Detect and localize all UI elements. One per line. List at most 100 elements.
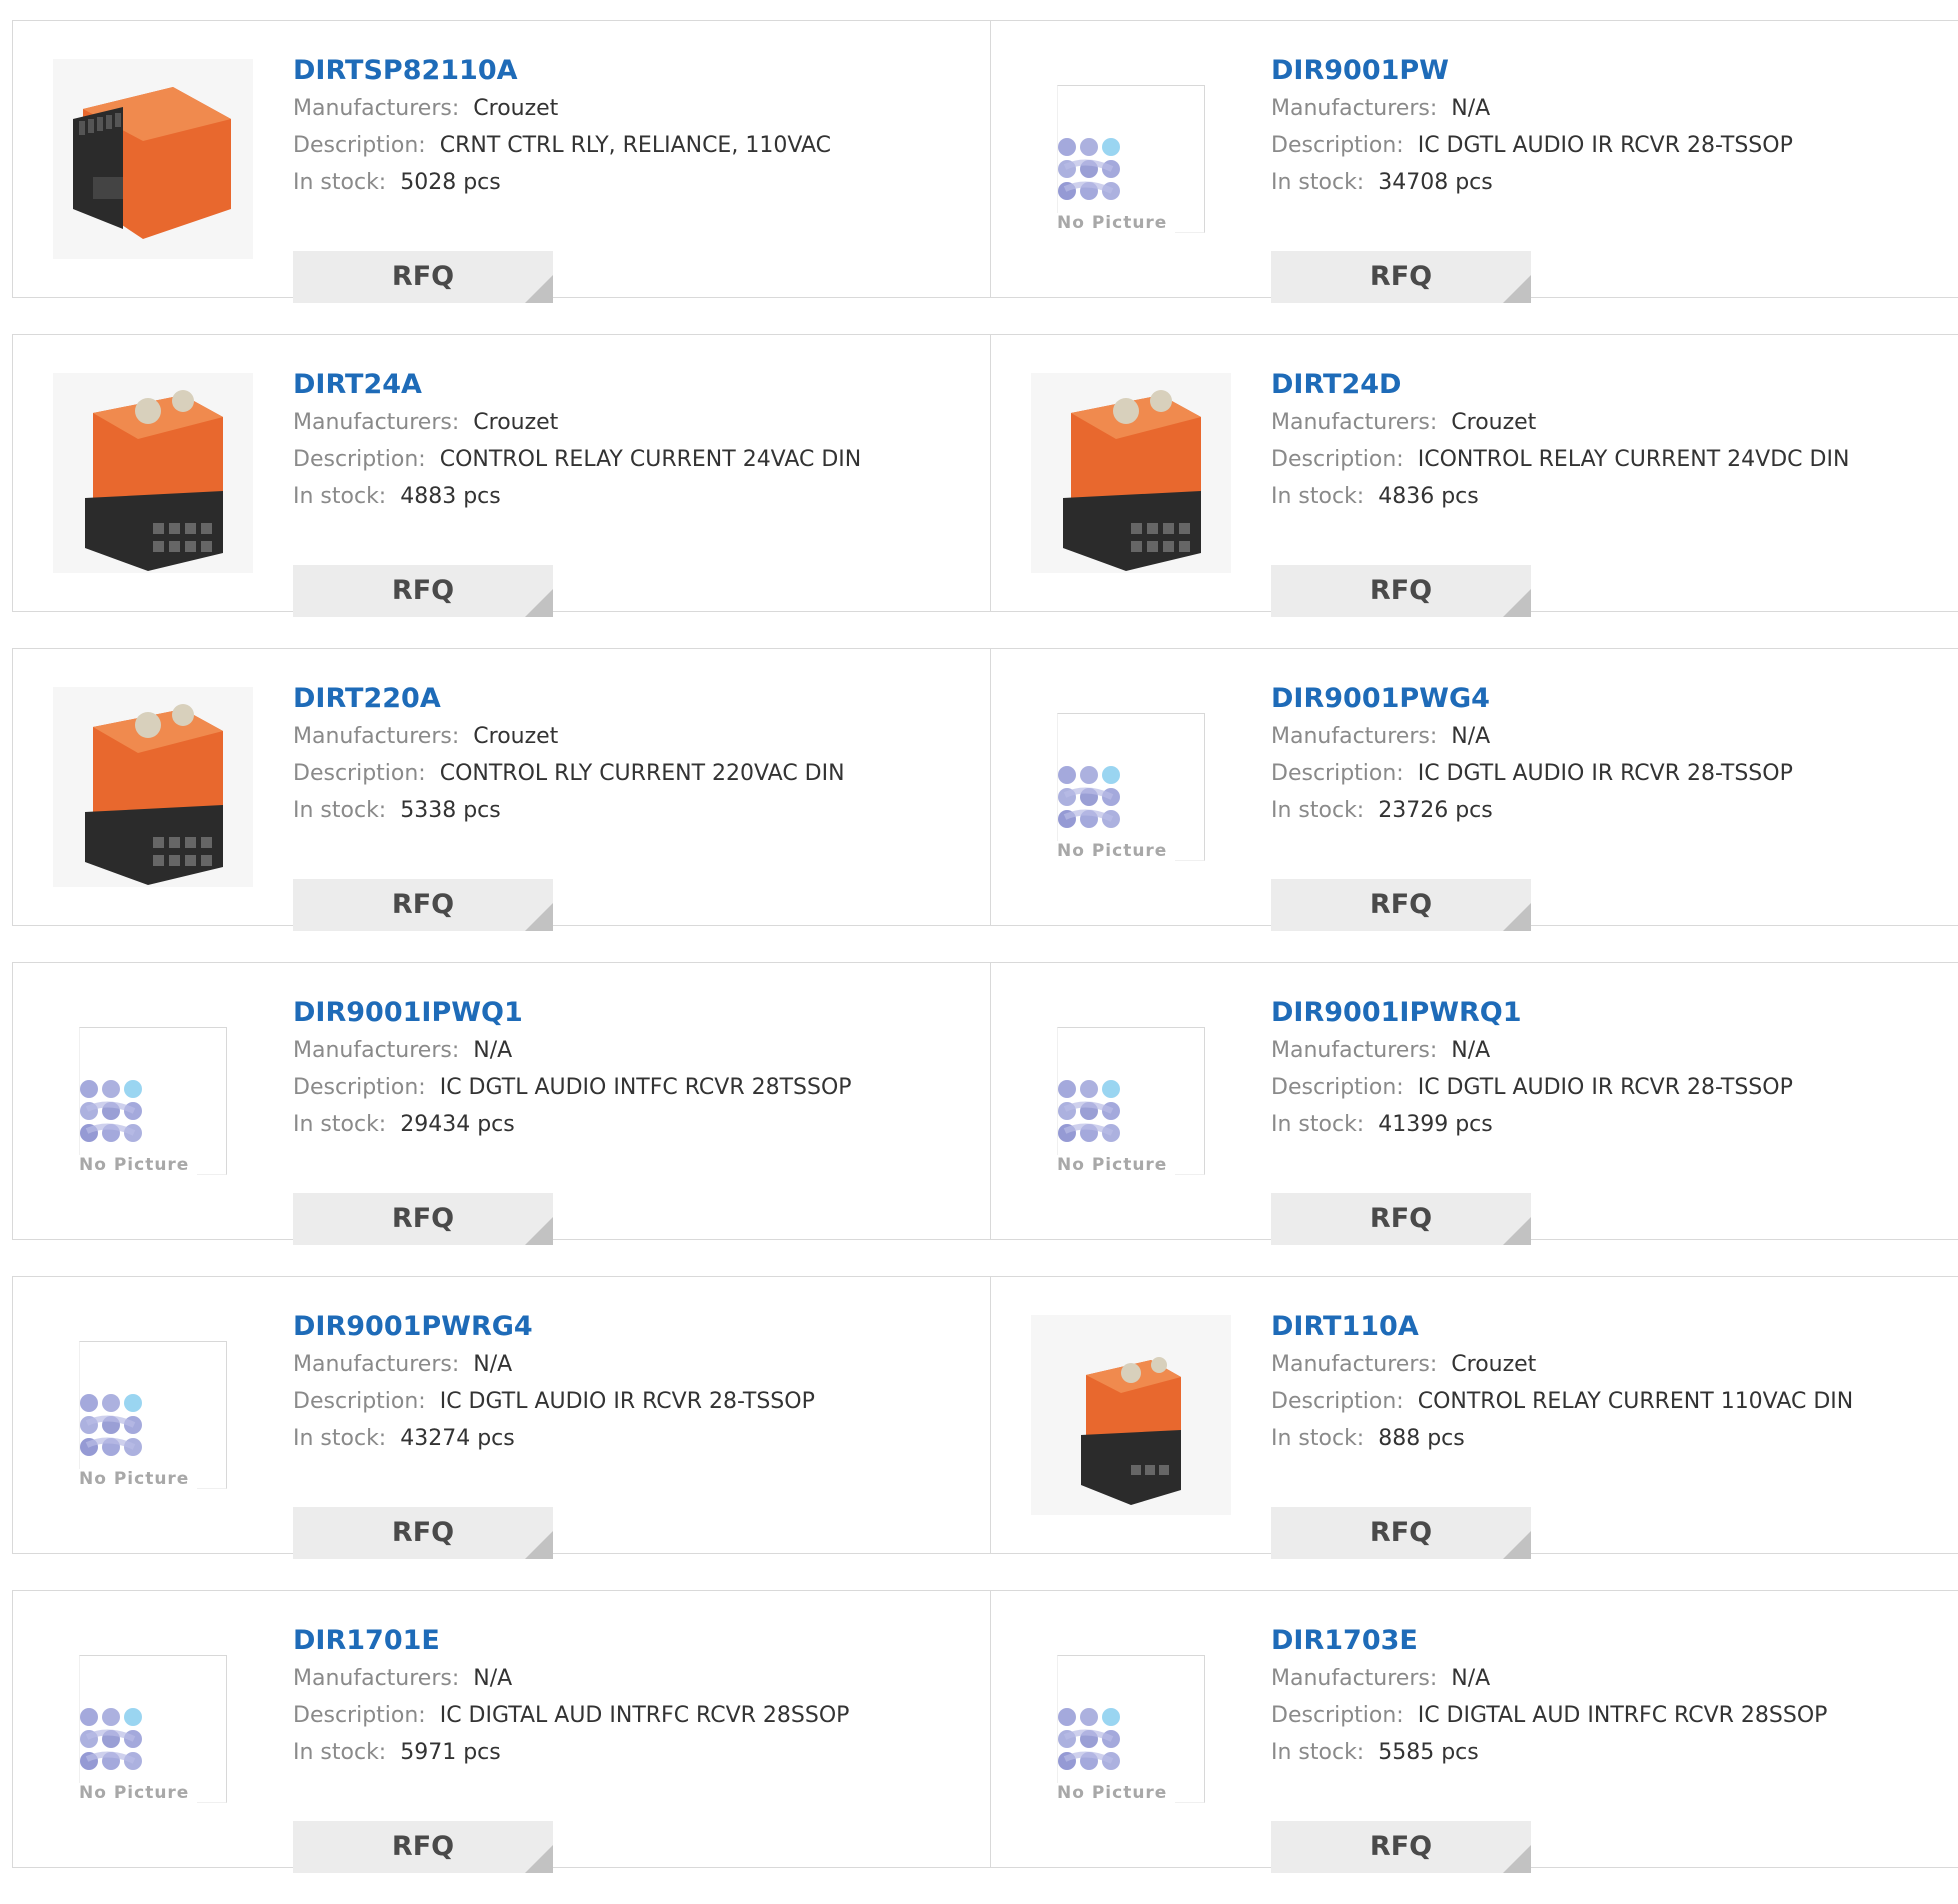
rfq-button[interactable]: RFQ bbox=[293, 879, 553, 931]
stock-row: In stock: 43274 pcs bbox=[293, 1421, 973, 1458]
no-picture-placeholder: No Picture bbox=[79, 1341, 227, 1489]
description-value: IC DGTL AUDIO INTFC RCVR 28TSSOP bbox=[439, 1075, 852, 1100]
rfq-button[interactable]: RFQ bbox=[293, 1193, 553, 1245]
product-photo bbox=[53, 373, 253, 573]
description-row: Description: CONTROL RELAY CURRENT 24VAC … bbox=[293, 442, 973, 479]
manufacturer-label: Manufacturers: bbox=[293, 1038, 460, 1063]
description-label: Description: bbox=[293, 761, 426, 786]
part-number-link[interactable]: DIR9001PW bbox=[1271, 51, 1951, 91]
product-row: No Picture DIR9001PWRG4 Manufacturers: N/… bbox=[12, 1276, 1958, 1559]
manufacturer-row: Manufacturers: Crouzet bbox=[293, 719, 973, 756]
no-picture-placeholder: No Picture bbox=[1057, 1027, 1205, 1175]
rfq-label: RFQ bbox=[1369, 1831, 1433, 1862]
product-info: DIRTSP82110A Manufacturers: Crouzet Descr… bbox=[293, 51, 973, 303]
stock-label: In stock: bbox=[293, 484, 387, 509]
manufacturer-label: Manufacturers: bbox=[1271, 1038, 1438, 1063]
rfq-button[interactable]: RFQ bbox=[1271, 251, 1531, 303]
part-number-link[interactable]: DIR9001IPWRQ1 bbox=[1271, 993, 1951, 1033]
manufacturer-label: Manufacturers: bbox=[1271, 410, 1438, 435]
product-thumbnail[interactable] bbox=[53, 687, 253, 887]
product-card: No Picture DIR9001IPWRQ1 Manufacturers: N… bbox=[991, 963, 1958, 1245]
description-row: Description: CONTROL RLY CURRENT 220VAC D… bbox=[293, 756, 973, 793]
rfq-button[interactable]: RFQ bbox=[293, 565, 553, 617]
rfq-button[interactable]: RFQ bbox=[293, 1821, 553, 1873]
manufacturer-value: N/A bbox=[473, 1666, 513, 1691]
product-thumbnail[interactable]: No Picture bbox=[1031, 1629, 1231, 1829]
rfq-button[interactable]: RFQ bbox=[1271, 1821, 1531, 1873]
rfq-label: RFQ bbox=[391, 1831, 455, 1862]
product-thumbnail[interactable] bbox=[1031, 373, 1231, 573]
description-value: ICONTROL RELAY CURRENT 24VDC DIN bbox=[1417, 447, 1850, 472]
part-number-link[interactable]: DIRT220A bbox=[293, 679, 973, 719]
product-info: DIR9001IPWQ1 Manufacturers: N/A Descripti… bbox=[293, 993, 973, 1245]
rfq-button[interactable]: RFQ bbox=[293, 251, 553, 303]
part-number-link[interactable]: DIR1701E bbox=[293, 1621, 973, 1661]
description-label: Description: bbox=[1271, 1703, 1404, 1728]
part-number-link[interactable]: DIRT24D bbox=[1271, 365, 1951, 405]
manufacturer-value: Crouzet bbox=[473, 410, 559, 435]
product-thumbnail[interactable] bbox=[53, 59, 253, 259]
part-number-link[interactable]: DIR9001PWG4 bbox=[1271, 679, 1951, 719]
manufacturer-value: Crouzet bbox=[1451, 1352, 1537, 1377]
product-info: DIR9001PWRG4 Manufacturers: N/A Descripti… bbox=[293, 1307, 973, 1559]
rfq-button[interactable]: RFQ bbox=[293, 1507, 553, 1559]
manufacturer-label: Manufacturers: bbox=[1271, 96, 1438, 121]
stock-label: In stock: bbox=[293, 1740, 387, 1765]
no-picture-label: No Picture bbox=[1057, 1783, 1176, 1803]
no-picture-dots-icon bbox=[80, 1080, 142, 1142]
stock-label: In stock: bbox=[1271, 1740, 1365, 1765]
product-thumbnail[interactable]: No Picture bbox=[53, 1315, 253, 1515]
rfq-button[interactable]: RFQ bbox=[1271, 1193, 1531, 1245]
description-value: IC DGTL AUDIO IR RCVR 28-TSSOP bbox=[1417, 1075, 1793, 1100]
stock-label: In stock: bbox=[293, 1112, 387, 1137]
manufacturer-value: N/A bbox=[1451, 96, 1491, 121]
part-number-link[interactable]: DIRT110A bbox=[1271, 1307, 1951, 1347]
product-card: No Picture DIR9001PWG4 Manufacturers: N/A… bbox=[991, 649, 1958, 931]
rfq-label: RFQ bbox=[1369, 1517, 1433, 1548]
manufacturer-row: Manufacturers: N/A bbox=[1271, 719, 1951, 756]
rfq-label: RFQ bbox=[391, 1203, 455, 1234]
description-row: Description: CRNT CTRL RLY, RELIANCE, 110… bbox=[293, 128, 973, 165]
part-number-link[interactable]: DIRT24A bbox=[293, 365, 973, 405]
product-thumbnail[interactable]: No Picture bbox=[1031, 1001, 1231, 1201]
manufacturer-value: N/A bbox=[1451, 724, 1491, 749]
stock-label: In stock: bbox=[293, 798, 387, 823]
stock-row: In stock: 5971 pcs bbox=[293, 1735, 973, 1772]
description-label: Description: bbox=[1271, 1389, 1404, 1414]
manufacturer-label: Manufacturers: bbox=[293, 410, 460, 435]
product-thumbnail[interactable]: No Picture bbox=[53, 1001, 253, 1201]
description-value: CONTROL RLY CURRENT 220VAC DIN bbox=[439, 761, 845, 786]
description-label: Description: bbox=[293, 1075, 426, 1100]
rfq-label: RFQ bbox=[391, 575, 455, 606]
part-number-link[interactable]: DIR9001PWRG4 bbox=[293, 1307, 973, 1347]
part-number-link[interactable]: DIR1703E bbox=[1271, 1621, 1951, 1661]
rfq-button[interactable]: RFQ bbox=[1271, 565, 1531, 617]
no-picture-dots-icon bbox=[1058, 766, 1120, 828]
no-picture-label: No Picture bbox=[1057, 1155, 1176, 1175]
stock-value: 43274 pcs bbox=[400, 1426, 515, 1451]
description-value: CRNT CTRL RLY, RELIANCE, 110VAC bbox=[439, 133, 831, 158]
product-thumbnail[interactable] bbox=[53, 373, 253, 573]
product-thumbnail[interactable]: No Picture bbox=[53, 1629, 253, 1829]
manufacturer-label: Manufacturers: bbox=[293, 1352, 460, 1377]
product-thumbnail[interactable] bbox=[1031, 1315, 1231, 1515]
product-card: DIRTSP82110A Manufacturers: Crouzet Descr… bbox=[12, 21, 991, 303]
part-number-link[interactable]: DIR9001IPWQ1 bbox=[293, 993, 973, 1033]
rfq-button[interactable]: RFQ bbox=[1271, 1507, 1531, 1559]
product-card: No Picture DIR1701E Manufacturers: N/A De… bbox=[12, 1591, 991, 1873]
stock-row: In stock: 5585 pcs bbox=[1271, 1735, 1951, 1772]
no-picture-dots-icon bbox=[80, 1708, 142, 1770]
stock-value: 41399 pcs bbox=[1378, 1112, 1493, 1137]
description-label: Description: bbox=[293, 1389, 426, 1414]
product-thumbnail[interactable]: No Picture bbox=[1031, 687, 1231, 887]
part-number-link[interactable]: DIRTSP82110A bbox=[293, 51, 973, 91]
product-grid: DIRTSP82110A Manufacturers: Crouzet Descr… bbox=[12, 20, 1958, 1904]
manufacturer-row: Manufacturers: N/A bbox=[1271, 1661, 1951, 1698]
product-thumbnail[interactable]: No Picture bbox=[1031, 59, 1231, 259]
rfq-button[interactable]: RFQ bbox=[1271, 879, 1531, 931]
stock-row: In stock: 5338 pcs bbox=[293, 793, 973, 830]
stock-value: 5585 pcs bbox=[1378, 1740, 1479, 1765]
product-info: DIRT24D Manufacturers: Crouzet Descriptio… bbox=[1271, 365, 1951, 617]
no-picture-dots-icon bbox=[80, 1394, 142, 1456]
manufacturer-row: Manufacturers: N/A bbox=[1271, 1033, 1951, 1070]
